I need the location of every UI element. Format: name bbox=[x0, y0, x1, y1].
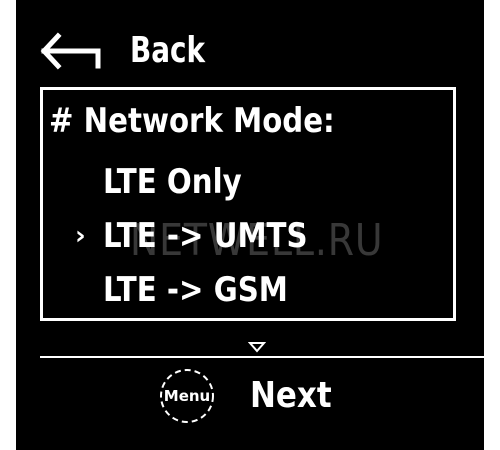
menu-option-label: LTE -> GSM bbox=[103, 270, 288, 310]
device-screen: Back # Network Mode: LTE Only › LTE -> U… bbox=[16, 0, 484, 450]
menu-button[interactable]: Menu bbox=[158, 367, 216, 425]
footer-divider bbox=[40, 356, 484, 358]
back-button[interactable]: Back bbox=[40, 28, 217, 74]
network-mode-menu: # Network Mode: LTE Only › LTE -> UMTS L… bbox=[40, 87, 456, 321]
triangle-down-icon bbox=[247, 338, 267, 357]
watermark: NETWELL.RU bbox=[130, 215, 384, 266]
menu-title: # Network Mode: bbox=[49, 101, 335, 141]
menu-button-label: Menu bbox=[163, 387, 211, 405]
selection-marker-icon: › bbox=[75, 221, 86, 251]
next-label: Next bbox=[250, 375, 332, 416]
menu-option-label: LTE Only bbox=[103, 162, 242, 202]
arrow-left-icon bbox=[40, 32, 114, 70]
back-label: Back bbox=[130, 30, 206, 71]
